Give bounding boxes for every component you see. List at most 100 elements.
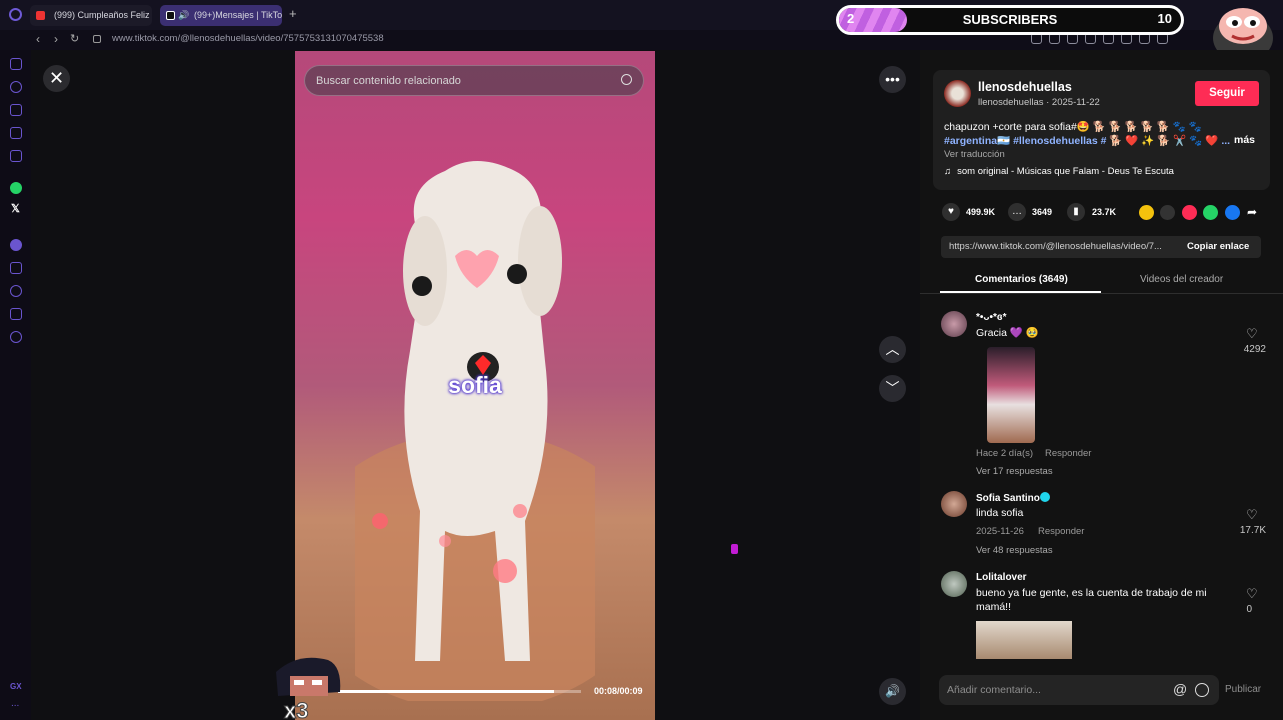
follow-button[interactable]: Seguir bbox=[1195, 81, 1259, 106]
share-arrow-icon[interactable]: ➦ bbox=[1247, 205, 1257, 219]
send-to-friends-icon[interactable] bbox=[1182, 205, 1197, 220]
mouse-cursor bbox=[731, 544, 738, 554]
forward-icon[interactable]: › bbox=[54, 32, 58, 46]
facebook-share-icon[interactable] bbox=[1225, 205, 1240, 220]
bookmark-icon[interactable] bbox=[10, 262, 22, 274]
x-icon[interactable]: 𝕏 bbox=[11, 202, 20, 215]
subscriber-goal-bar: 2 SUBSCRIBERS 10 bbox=[836, 5, 1184, 35]
save-count: 23.7K bbox=[1092, 207, 1117, 217]
creator-meta: llenosdehuellas · 2025-11-22 bbox=[978, 97, 1100, 108]
speaker-icon[interactable]: 🔊 bbox=[178, 5, 189, 26]
reply-button[interactable]: Responder bbox=[1038, 526, 1084, 537]
comment-icon[interactable]: … bbox=[1008, 203, 1026, 221]
music-note-icon: ♫ bbox=[944, 166, 952, 177]
whatsapp-share-icon[interactable] bbox=[1203, 205, 1218, 220]
clock-icon[interactable] bbox=[10, 285, 22, 297]
music-title: som original - Músicas que Falam - Deus … bbox=[957, 166, 1174, 177]
embed-icon[interactable] bbox=[1160, 205, 1175, 220]
gx-label[interactable]: GX bbox=[10, 682, 22, 691]
music-info[interactable]: ♫ som original - Músicas que Falam - Deus… bbox=[944, 166, 1174, 177]
tab-label: (99+)Mensajes | TikTo bbox=[194, 10, 282, 20]
like-heart-icon[interactable]: ♥ bbox=[942, 203, 960, 221]
creator-avatar[interactable] bbox=[944, 80, 971, 107]
comment-image[interactable] bbox=[976, 621, 1072, 659]
youtube-icon bbox=[36, 11, 45, 20]
subscriber-label: SUBSCRIBERS bbox=[962, 12, 1058, 27]
next-video-chevron-down-icon[interactable]: ﹀ bbox=[879, 375, 906, 402]
flow-icon[interactable] bbox=[10, 104, 22, 116]
comment-like-count: 4292 bbox=[1243, 344, 1266, 355]
settings-icon[interactable] bbox=[10, 331, 22, 343]
subscriber-goal: 10 bbox=[1157, 11, 1172, 26]
reload-icon[interactable]: ↻ bbox=[70, 32, 79, 45]
url-field[interactable]: www.tiktok.com/@llenosdehuellas/video/75… bbox=[112, 33, 384, 44]
dog-video-frame bbox=[355, 161, 595, 701]
commenter-avatar[interactable] bbox=[941, 311, 967, 337]
more-link[interactable]: más bbox=[1234, 134, 1255, 146]
description-line: chapuzon +corte para sofia#🤩 🐕 🐕 🐕 🐕 🐕 🐾… bbox=[944, 121, 1202, 133]
opera-logo-icon[interactable] bbox=[9, 8, 22, 21]
mention-at-icon[interactable]: @ bbox=[1173, 681, 1187, 697]
reply-button[interactable]: Responder bbox=[1045, 448, 1091, 459]
comment-time: Hace 2 día(s) bbox=[976, 448, 1034, 459]
share-link-text[interactable]: https://www.tiktok.com/@llenosdehuellas/… bbox=[949, 241, 1162, 252]
commenter-avatar[interactable] bbox=[941, 491, 967, 517]
volume-icon[interactable]: 🔊 bbox=[879, 678, 906, 705]
divider bbox=[920, 293, 1283, 294]
video-text-overlay: sofia bbox=[448, 372, 502, 398]
snapshot-icon[interactable] bbox=[10, 127, 22, 139]
emote-caption: x3 bbox=[284, 698, 308, 720]
extensions-icon[interactable] bbox=[10, 308, 22, 320]
comment-like-heart-icon[interactable]: ♡ bbox=[1246, 586, 1258, 602]
tiktok-icon bbox=[166, 11, 175, 20]
tab-tiktok[interactable]: 🔊 (99+)Mensajes | TikTo bbox=[160, 5, 282, 26]
comment-placeholder: Añadir comentario... bbox=[947, 684, 1041, 696]
lock-icon[interactable] bbox=[93, 35, 101, 43]
view-replies-button[interactable]: Ver 17 respuestas bbox=[976, 466, 1053, 477]
view-replies-button[interactable]: Ver 48 respuestas bbox=[976, 545, 1053, 556]
whatsapp-icon[interactable] bbox=[10, 182, 22, 194]
comment-text: Gracia 💜 🥹 bbox=[976, 327, 1039, 339]
coin-icon[interactable] bbox=[1139, 205, 1154, 220]
comment-user[interactable]: Lolitalover bbox=[976, 572, 1027, 583]
comment-like-heart-icon[interactable]: ♡ bbox=[1246, 507, 1258, 523]
tab-cumpleanos[interactable]: (999) Cumpleaños Feliz - bbox=[30, 5, 152, 26]
tab-comments[interactable]: Comentarios (3649) bbox=[975, 274, 1068, 285]
description-hashtags[interactable]: #argentina🇦🇷 #llenosdehuellas # 🐕 ❤️ ✨ 🐕… bbox=[944, 134, 1230, 147]
comment-count: 3649 bbox=[1032, 207, 1053, 217]
comment-time: 2025-11-26 bbox=[976, 526, 1024, 537]
new-tab-button[interactable]: + bbox=[289, 6, 297, 21]
bookmark-icon[interactable]: ▮ bbox=[1067, 203, 1085, 221]
creator-name[interactable]: llenosdehuellas bbox=[978, 80, 1072, 94]
comment-like-count: 17.7K bbox=[1239, 525, 1266, 536]
comment-like-heart-icon[interactable]: ♡ bbox=[1246, 326, 1258, 342]
tab-creator-videos[interactable]: Videos del creador bbox=[1140, 274, 1223, 285]
video-progress-bar[interactable] bbox=[338, 690, 581, 693]
music-icon[interactable] bbox=[10, 239, 22, 251]
verified-badge-icon bbox=[1040, 492, 1050, 502]
copy-link-button[interactable]: Copiar enlace bbox=[1187, 241, 1249, 252]
emoji-icon[interactable] bbox=[1195, 683, 1209, 697]
previous-video-chevron-up-icon[interactable]: ︿ bbox=[879, 336, 906, 363]
back-icon[interactable]: ‹ bbox=[36, 32, 40, 46]
comment-user[interactable]: *•ᴗ•*ɞ* bbox=[976, 312, 1006, 323]
history-icon[interactable] bbox=[10, 81, 22, 93]
publish-button[interactable]: Publicar bbox=[1225, 684, 1261, 695]
comment-user[interactable]: Sofia Santino bbox=[976, 493, 1040, 504]
comment-image[interactable] bbox=[987, 347, 1035, 443]
more-options-icon[interactable]: ••• bbox=[879, 66, 906, 93]
like-count: 499.9K bbox=[966, 207, 996, 217]
search-icon[interactable] bbox=[621, 74, 632, 85]
comment-text: linda sofia bbox=[976, 507, 1024, 519]
related-search-input[interactable]: Buscar contenido relacionado bbox=[304, 65, 644, 96]
comment-like-count: 0 bbox=[1246, 604, 1252, 615]
video-time: 00:08/00:09 bbox=[594, 686, 643, 696]
commenter-avatar[interactable] bbox=[941, 571, 967, 597]
sidebar-more-icon[interactable]: ... bbox=[11, 698, 19, 709]
tab-label: (999) Cumpleaños Feliz - bbox=[54, 10, 152, 20]
messenger-icon[interactable] bbox=[10, 58, 22, 70]
opera-sidebar: 𝕏 GX ... bbox=[0, 50, 31, 720]
translate-link[interactable]: Ver traducción bbox=[944, 149, 1005, 160]
close-button[interactable]: ✕ bbox=[43, 65, 70, 92]
news-icon[interactable] bbox=[10, 150, 22, 162]
